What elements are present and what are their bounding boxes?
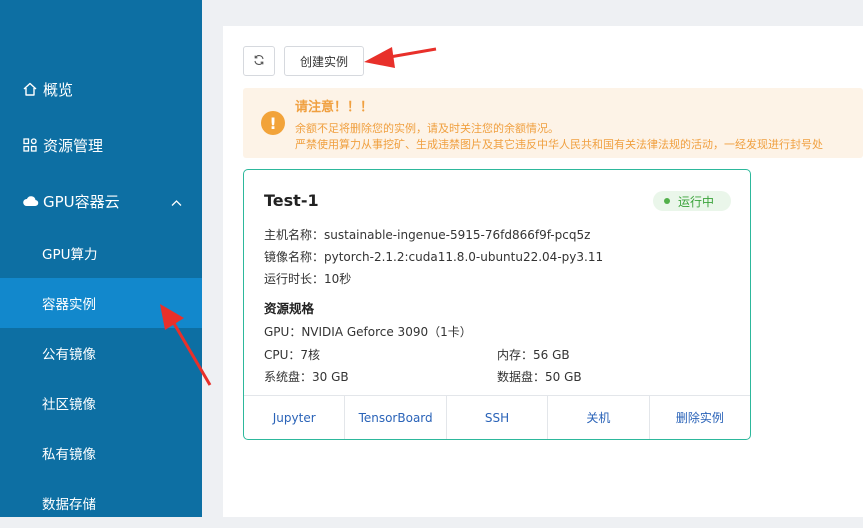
sidebar-item-label: GPU算力 [42, 247, 98, 263]
sidebar-item-label: 容器实例 [42, 297, 96, 313]
status-badge: 运行中 [653, 191, 731, 211]
image-name: 镜像名称：pytorch-2.1.2:cuda11.8.0-ubuntu22.0… [264, 250, 604, 264]
sidebar-item-data-storage[interactable]: 数据存储 [0, 478, 202, 528]
sidebar-item-label: 数据存储 [42, 497, 96, 513]
instance-card: Test-1 运行中 主机名称：sustainable-ingenue-5915… [243, 169, 751, 440]
refresh-button[interactable] [243, 46, 275, 76]
instance-name: Test-1 [264, 191, 319, 210]
sidebar-item-label: 社区镜像 [42, 397, 96, 413]
ssh-link[interactable]: SSH [447, 396, 549, 439]
alert-message: 严禁使用算力从事挖矿、生成违禁图片及其它违反中华人民共和国有关法律法规的活动，一… [295, 138, 823, 151]
host-name: 主机名称：sustainable-ingenue-5915-76fd866f9f… [264, 228, 591, 242]
delete-instance-link[interactable]: 删除实例 [650, 396, 750, 439]
tensorboard-link[interactable]: TensorBoard [345, 396, 447, 439]
refresh-icon [253, 54, 265, 69]
sidebar: 概览 资源管理 GPU容器云 GPU算力 容器实例 公有镜像 社区镜像 私有镜像… [0, 0, 202, 517]
alert-title: 请注意！！！ [295, 100, 374, 115]
sidebar-item-label: 私有镜像 [42, 447, 96, 463]
sidebar-item-label: 资源管理 [43, 136, 104, 155]
status-dot-icon [664, 198, 670, 204]
alert-message: 余额不足将删除您的实例，请及时关注您的余额情况。 [295, 122, 559, 135]
sidebar-item-resources[interactable]: 资源管理 [0, 124, 202, 166]
status-text: 运行中 [678, 195, 715, 209]
sidebar-item-community-images[interactable]: 社区镜像 [0, 378, 202, 428]
sidebar-item-gpu-cloud[interactable]: GPU容器云 [0, 180, 202, 222]
warning-alert: ! 请注意！！！ 余额不足将删除您的实例，请及时关注您的余额情况。 严禁使用算力… [243, 88, 863, 158]
grid-icon [21, 136, 39, 154]
jupyter-link[interactable]: Jupyter [244, 396, 346, 439]
instance-actions: Jupyter TensorBoard SSH 关机 删除实例 [244, 395, 750, 439]
cloud-icon [21, 192, 39, 210]
sidebar-item-private-images[interactable]: 私有镜像 [0, 428, 202, 478]
memory-spec: 内存：56 GB [497, 348, 570, 362]
create-instance-button[interactable]: 创建实例 [284, 46, 364, 76]
runtime: 运行时长：10秒 [264, 272, 352, 286]
sidebar-item-gpu-compute[interactable]: GPU算力 [0, 228, 202, 278]
sidebar-item-container-instances[interactable]: 容器实例 [0, 278, 202, 328]
chevron-up-icon[interactable] [171, 192, 182, 211]
cpu-spec: CPU：7核 [264, 348, 321, 362]
sidebar-item-public-images[interactable]: 公有镜像 [0, 328, 202, 378]
sidebar-item-label: GPU容器云 [43, 192, 120, 211]
sidebar-item-overview[interactable]: 概览 [0, 68, 202, 110]
spec-title: 资源规格 [264, 301, 315, 316]
warning-icon: ! [261, 111, 285, 135]
system-disk-spec: 系统盘：30 GB [264, 370, 349, 384]
data-disk-spec: 数据盘：50 GB [497, 370, 582, 384]
gpu-spec: GPU：NVIDIA Geforce 3090（1卡） [264, 325, 472, 339]
shutdown-link[interactable]: 关机 [548, 396, 650, 439]
sidebar-item-label: 公有镜像 [42, 347, 96, 363]
home-icon [21, 80, 39, 98]
sidebar-item-label: 概览 [43, 80, 74, 99]
